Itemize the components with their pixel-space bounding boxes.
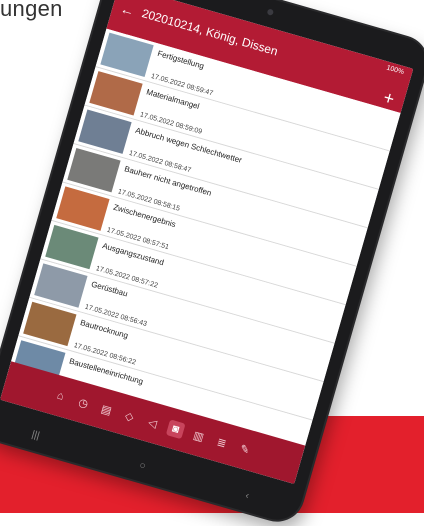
arrow-left-icon[interactable]: ← [119, 0, 137, 19]
plus-icon[interactable]: + [381, 87, 397, 109]
status-bar-battery: 100% [385, 64, 405, 77]
back-button-icon[interactable]: ‹ [244, 490, 250, 501]
cube-icon[interactable]: ◇ [120, 406, 140, 426]
recent-apps-icon[interactable]: ||| [30, 429, 41, 442]
home-button-icon[interactable]: ○ [138, 459, 147, 471]
entry-label: Gerüstbau [90, 279, 129, 299]
tablet-screen: 100% ← 202010214, König, Dissen + Fertig… [0, 0, 414, 485]
cropped-heading-text: ungen [0, 0, 63, 21]
pen-icon[interactable]: ✎ [235, 439, 255, 459]
notes-icon[interactable]: ≣ [212, 433, 232, 453]
timer-icon[interactable]: ◷ [74, 393, 94, 413]
front-camera [266, 8, 275, 16]
clipboard-icon[interactable]: ▤ [97, 400, 117, 420]
home-icon[interactable]: ⌂ [50, 386, 70, 406]
megaphone-icon[interactable]: ◁ [143, 413, 163, 433]
document-icon[interactable]: ▥ [189, 426, 209, 446]
camera-icon[interactable]: ◙ [165, 419, 186, 440]
